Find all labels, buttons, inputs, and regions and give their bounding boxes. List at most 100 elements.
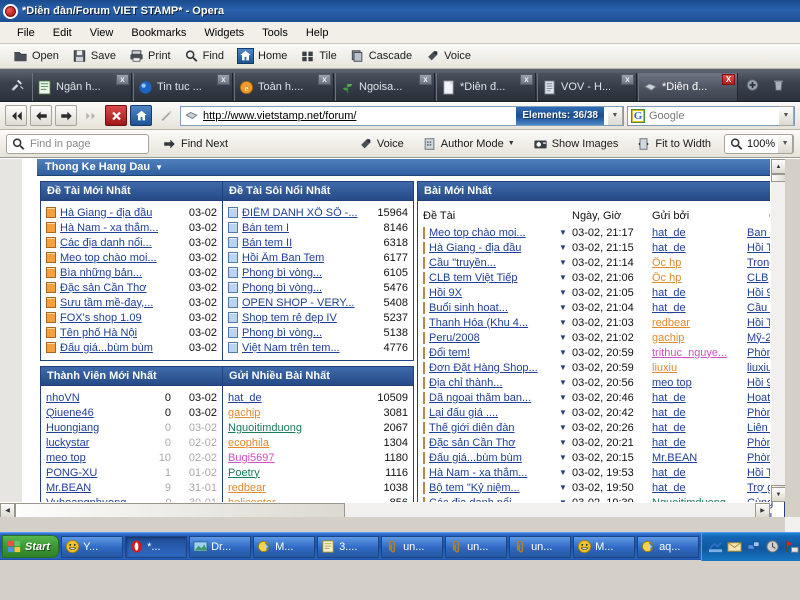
post-author[interactable]: gachip [652, 332, 684, 344]
save-button[interactable]: Save [67, 47, 121, 65]
wand-button[interactable] [155, 105, 177, 126]
member-row[interactable]: Qiuene46 0 03-02 [46, 405, 217, 420]
goto-last-post-icon[interactable]: ▼ [559, 303, 572, 312]
hot-topic-title[interactable]: Phong bì vòng... [242, 282, 322, 294]
post-author[interactable]: hat_de [652, 302, 686, 314]
topic-row[interactable]: Hà Giang - địa đầu 03-02 [46, 205, 217, 220]
topic-row[interactable]: Tên phố Hà Nội 03-02 [46, 325, 217, 340]
vscroll-thumb-top[interactable] [771, 174, 785, 182]
post-title[interactable]: Meo top chào moi... [429, 227, 526, 239]
scroll-left-button[interactable]: ◀ [0, 503, 15, 517]
topic-title[interactable]: Đặc sản Cần Thơ [60, 282, 147, 294]
goto-last-post-icon[interactable]: ▼ [559, 288, 572, 297]
tab-0[interactable]: Ngân h... x [32, 73, 132, 101]
start-button[interactable]: Start [2, 535, 60, 558]
taskbar-item-5[interactable]: un... [381, 535, 444, 558]
post-author[interactable]: Mr.BEAN [652, 452, 697, 464]
topic-title[interactable]: Tên phố Hà Nội [60, 327, 137, 339]
tab-close-button[interactable]: x [217, 74, 230, 85]
goto-last-post-icon[interactable]: ▼ [559, 468, 572, 477]
hot-topic-title[interactable]: ĐIỂM DANH XỔ SỐ -... [242, 207, 358, 219]
member-name[interactable]: nhoVN [46, 392, 80, 404]
post-row[interactable]: Thanh Hóa (Khu 4... ▼ 03-02, 21:03 redbear H… [423, 315, 779, 330]
member-row[interactable]: nhoVN 0 03-02 [46, 390, 217, 405]
topic-row[interactable]: Hà Nam - xa thẳm... 03-02 [46, 220, 217, 235]
post-author[interactable]: hat_de [652, 227, 686, 239]
post-row[interactable]: Hà Giang - địa đầu ▼ 03-02, 21:15 hat_de Hồi… [423, 240, 779, 255]
show-images-button[interactable]: Show Images [528, 135, 624, 153]
post-title[interactable]: Hà Nam - xa thẳm... [429, 467, 527, 479]
goto-last-post-icon[interactable]: ▼ [559, 393, 572, 402]
goto-last-post-icon[interactable]: ▼ [559, 243, 572, 252]
home-button[interactable]: Home [232, 46, 292, 66]
tab-1[interactable]: Tin tuc ... x [133, 73, 233, 101]
post-forum[interactable]: Phòn [747, 407, 773, 419]
goto-last-post-icon[interactable]: ▼ [559, 453, 572, 462]
goto-last-post-icon[interactable]: ▼ [559, 348, 572, 357]
post-title[interactable]: Đơn Đặt Hàng Shop... [429, 362, 538, 374]
hot-topic-row[interactable]: Phong bì vòng... 5138 [228, 325, 408, 340]
hot-topic-row[interactable]: ĐIỂM DANH XỔ SỐ -... 15964 [228, 205, 408, 220]
author-mode-button[interactable]: Author Mode ▼ [417, 135, 520, 153]
hot-topic-row[interactable]: Bán tem I 8146 [228, 220, 408, 235]
print-button[interactable]: Print [124, 47, 176, 65]
member-name[interactable]: meo top [46, 452, 86, 464]
topic-row[interactable]: Đấu giá...bùm bùm 03-02 [46, 340, 217, 355]
tab-close-button[interactable]: x [318, 74, 331, 85]
post-title[interactable]: Bộ tem "Kỷ niệm... [429, 482, 520, 494]
search-bar[interactable]: G Google ▼ [627, 105, 795, 126]
post-row[interactable]: Đặc sản Cần Thơ ▼ 03-02, 20:21 hat_de Phòn [423, 435, 779, 450]
poster-row[interactable]: ecophila 1304 [228, 435, 408, 450]
red-flag-icon[interactable] [784, 539, 799, 554]
tab-5[interactable]: VOV - H... x [537, 73, 637, 101]
hot-topic-row[interactable]: Shop tem rẻ đẹp IV 5237 [228, 310, 408, 325]
post-row[interactable]: Cầu "truyền... ▼ 03-02, 21:14 Ốc hp Trong [423, 255, 779, 270]
menu-item-file[interactable]: File [8, 25, 44, 41]
poster-row[interactable]: Nguoitimduong 2067 [228, 420, 408, 435]
poster-name[interactable]: redbear [228, 482, 266, 494]
tab-6[interactable]: *Diễn đ... X [638, 73, 738, 101]
hot-topic-title[interactable]: Việt Nam trên tem... [242, 342, 340, 354]
poster-row[interactable]: gachip 3081 [228, 405, 408, 420]
forward-button[interactable] [55, 105, 77, 126]
taskbar-item-8[interactable]: M... [573, 535, 636, 558]
menu-item-widgets[interactable]: Widgets [195, 25, 253, 41]
hscroll-thumb[interactable] [15, 503, 345, 517]
poster-name[interactable]: Bugi5697 [228, 452, 275, 464]
post-title[interactable]: Hồi 9X [429, 287, 462, 299]
tile-button[interactable]: Tile [295, 47, 341, 65]
post-title[interactable]: Đổi tem! [429, 347, 470, 359]
post-title[interactable]: Thế giới diễn đàn [429, 422, 515, 434]
member-row[interactable]: Huongiang 0 03-02 [46, 420, 217, 435]
home-button[interactable] [130, 105, 152, 126]
post-forum[interactable]: Hồi 9 [747, 287, 773, 299]
menu-item-tools[interactable]: Tools [253, 25, 297, 41]
taskbar-item-0[interactable]: Y... [61, 535, 124, 558]
hot-topic-title[interactable]: OPEN SHOP - VERY... [242, 297, 355, 309]
post-row[interactable]: Peru/2008 ▼ 03-02, 21:02 gachip Mỹ-2 [423, 330, 779, 345]
topic-row[interactable]: Sưu tầm mề-đay,... 03-02 [46, 295, 217, 310]
post-forum[interactable]: liuxiu [747, 362, 772, 374]
stop-button[interactable] [105, 105, 127, 126]
post-title[interactable]: Hà Giang - địa đầu [429, 242, 521, 254]
topic-title[interactable]: Các địa danh nổi... [60, 237, 152, 249]
topic-row[interactable]: Bìa những bản... 03-02 [46, 265, 217, 280]
scroll-right-button[interactable]: ▶ [755, 503, 770, 517]
back-fast-button[interactable] [5, 105, 27, 126]
post-row[interactable]: Dã ngoai thăm ban... ▼ 03-02, 20:46 hat_de H… [423, 390, 779, 405]
post-row[interactable]: Địa chỉ thành... ▼ 03-02, 20:56 meo top Hồi … [423, 375, 779, 390]
goto-last-post-icon[interactable]: ▼ [559, 378, 572, 387]
tab-4[interactable]: *Diễn đ... x [436, 73, 536, 101]
hot-topic-title[interactable]: Bán tem II [242, 237, 292, 249]
post-author[interactable]: hat_de [652, 407, 686, 419]
search-dropdown-button[interactable]: ▼ [779, 105, 794, 126]
hot-topic-title[interactable]: Phong bì vòng... [242, 327, 322, 339]
voice-button[interactable]: Voice [420, 47, 476, 65]
topic-row[interactable]: FOX's shop 1.09 03-02 [46, 310, 217, 325]
post-author[interactable]: hat_de [652, 392, 686, 404]
goto-last-post-icon[interactable]: ▼ [559, 483, 572, 492]
goto-last-post-icon[interactable]: ▼ [559, 423, 572, 432]
post-author[interactable]: meo top [652, 377, 692, 389]
post-author[interactable]: liuxiu [652, 362, 677, 374]
topic-title[interactable]: FOX's shop 1.09 [60, 312, 142, 324]
